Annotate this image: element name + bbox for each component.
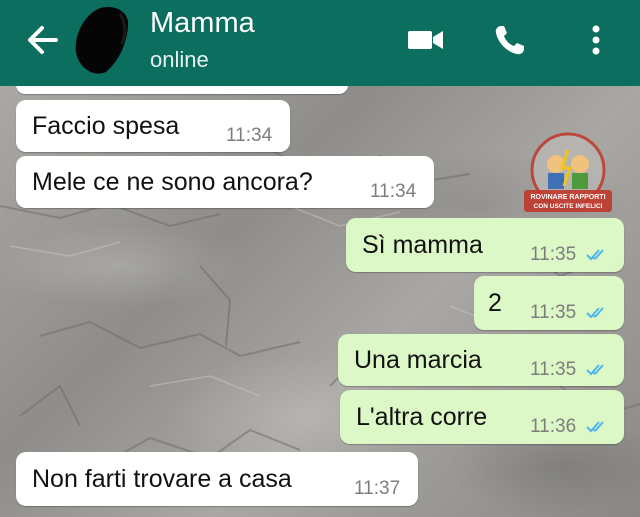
message-time: 11:37	[354, 478, 401, 499]
more-options-button[interactable]	[584, 22, 608, 58]
message-bubble-incoming[interactable]: Non farti trovare a casa 11:37	[16, 452, 418, 506]
message-text: Sì mamma	[362, 231, 483, 259]
read-receipt-icon	[586, 249, 604, 261]
more-vertical-icon	[592, 25, 600, 55]
video-camera-icon	[408, 31, 443, 49]
avatar[interactable]	[70, 4, 134, 76]
message-bubble-incoming[interactable]: Mele ce ne sono ancora? 11:34	[16, 156, 434, 208]
message-bubble-outgoing[interactable]: Una marcia 11:35	[338, 334, 624, 386]
watermark-line1: ROVINARE RAPPORTI	[530, 194, 605, 201]
read-receipt-icon	[586, 364, 604, 376]
message-text: Faccio spesa	[32, 112, 180, 140]
message-time: 11:34	[226, 125, 273, 146]
message-time: 11:35	[530, 244, 577, 265]
read-receipt-icon	[586, 421, 604, 433]
read-receipt-icon	[586, 307, 604, 319]
message-bubble-outgoing[interactable]: L'altra corre 11:36	[340, 390, 624, 444]
contact-status: online	[150, 47, 209, 72]
message-bubble-incoming[interactable]: Faccio spesa 11:34	[16, 100, 290, 152]
message-bubble-outgoing[interactable]: 2 11:35	[474, 276, 624, 330]
phone-icon	[495, 26, 524, 55]
message-text: Mele ce ne sono ancora?	[32, 168, 313, 196]
message-text: Una marcia	[354, 346, 482, 374]
watermark-logo: ROVINARE RAPPORTI CON USCITE INFELICI	[524, 132, 612, 212]
voice-call-button[interactable]	[492, 22, 528, 58]
message-time: 11:35	[530, 359, 577, 380]
partial-message-bubble	[16, 86, 348, 94]
message-text: Non farti trovare a casa	[32, 465, 292, 493]
contact-name[interactable]: Mamma	[150, 6, 255, 40]
message-text: 2	[488, 289, 502, 317]
message-text: L'altra corre	[356, 403, 488, 431]
back-button[interactable]	[22, 20, 66, 60]
message-time: 11:34	[370, 181, 417, 202]
chat-header: Mamma online	[0, 0, 640, 86]
video-call-button[interactable]	[406, 22, 446, 58]
message-bubble-outgoing[interactable]: Sì mamma 11:35	[346, 218, 624, 272]
message-time: 11:35	[530, 302, 577, 323]
arrow-left-icon	[28, 26, 58, 54]
message-time: 11:36	[530, 416, 577, 437]
watermark-line2: CON USCITE INFELICI	[534, 203, 603, 210]
chat-area[interactable]: ROVINARE RAPPORTI CON USCITE INFELICI Fa…	[0, 86, 640, 517]
